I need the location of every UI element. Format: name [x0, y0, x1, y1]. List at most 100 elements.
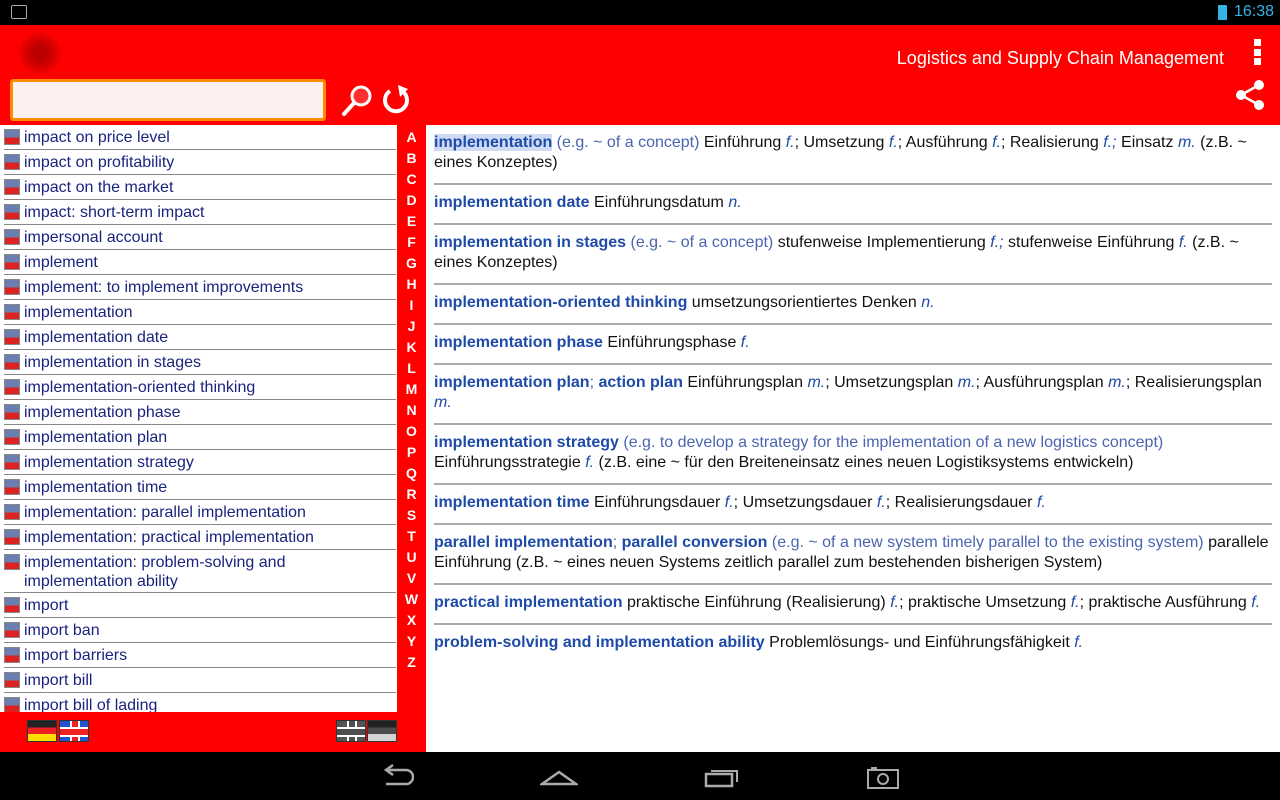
dictionary-icon	[4, 404, 20, 420]
alphabet-letter[interactable]: C	[406, 169, 416, 190]
search-icon[interactable]	[340, 83, 374, 117]
headword: implementation-oriented thinking	[434, 294, 688, 311]
list-item-label: implementation: problem-solving and impl…	[24, 554, 286, 590]
dictionary-entry: implementation time Einführungsdauer f.;…	[434, 485, 1272, 525]
screenshot-icon[interactable]	[866, 764, 900, 790]
list-item[interactable]: impact: short-term impact	[4, 200, 396, 225]
list-item[interactable]: implementation: practical implementation	[4, 525, 396, 550]
gender-marker: f.	[740, 334, 750, 351]
list-item[interactable]: implementation-oriented thinking	[4, 375, 396, 400]
refresh-icon[interactable]	[380, 83, 412, 117]
alphabet-letter[interactable]: H	[406, 274, 416, 295]
alphabet-letter[interactable]: S	[407, 505, 416, 526]
alphabet-letter[interactable]: P	[407, 442, 416, 463]
list-item[interactable]: impact on price level	[4, 125, 396, 150]
dictionary-icon	[4, 454, 20, 470]
dictionary-entry: implementation (e.g. ~ of a concept) Ein…	[434, 125, 1272, 185]
list-item[interactable]: implementation phase	[4, 400, 396, 425]
list-item[interactable]: impersonal account	[4, 225, 396, 250]
recent-apps-icon[interactable]	[704, 764, 740, 790]
alphabet-letter[interactable]: Z	[407, 652, 416, 673]
list-item-label: implementation in stages	[24, 354, 201, 371]
dictionary-icon	[4, 554, 20, 570]
alphabet-index[interactable]: ABCDEFGHIJKLMNOPQRSTUVWXYZ	[397, 125, 426, 752]
alphabet-letter[interactable]: N	[406, 400, 416, 421]
alphabet-letter[interactable]: R	[406, 484, 416, 505]
list-item[interactable]: impact on profitability	[4, 150, 396, 175]
dictionary-entry: parallel implementation; parallel conver…	[434, 525, 1272, 585]
translation: Einführungsdatum	[589, 194, 729, 211]
list-item[interactable]: implementation strategy	[4, 450, 396, 475]
gender-marker: f.	[1074, 634, 1084, 651]
headword: implementation	[434, 134, 553, 151]
translation: ; Ausführung	[897, 134, 993, 151]
overflow-menu-icon[interactable]	[1254, 39, 1262, 65]
dictionary-entry: implementation plan; action plan Einführ…	[434, 365, 1272, 425]
dictionary-icon	[4, 354, 20, 370]
list-item[interactable]: implementation plan	[4, 425, 396, 450]
gender-marker: f.	[1070, 594, 1080, 611]
alphabet-letter[interactable]: Y	[407, 631, 416, 652]
translation: ; Umsetzung	[794, 134, 889, 151]
dictionary-icon	[4, 204, 20, 220]
list-item[interactable]: import bill of lading	[4, 693, 396, 712]
alphabet-letter[interactable]: F	[407, 232, 416, 253]
translation: Einführung	[699, 134, 786, 151]
alphabet-letter[interactable]: L	[407, 358, 416, 379]
alphabet-letter[interactable]: A	[406, 127, 416, 148]
list-item[interactable]: import bill	[4, 668, 396, 693]
list-item[interactable]: implementation: parallel implementation	[4, 500, 396, 525]
list-item[interactable]: import ban	[4, 618, 396, 643]
back-icon[interactable]	[380, 764, 414, 790]
list-item[interactable]: import barriers	[4, 643, 396, 668]
list-item-label: implementation	[24, 304, 133, 321]
gender-marker: f.	[888, 134, 898, 151]
alphabet-letter[interactable]: I	[410, 295, 414, 316]
alphabet-letter[interactable]: U	[406, 547, 416, 568]
list-item[interactable]: implement: to implement improvements	[4, 275, 396, 300]
list-item-label: impact: short-term impact	[24, 204, 205, 221]
search-input[interactable]	[10, 79, 326, 121]
list-item-label: implementation: parallel implementation	[24, 504, 306, 521]
dictionary-icon	[4, 479, 20, 495]
alphabet-letter[interactable]: E	[407, 211, 416, 232]
alphabet-letter[interactable]: B	[406, 148, 416, 169]
alphabet-letter[interactable]: G	[406, 253, 417, 274]
list-item[interactable]: implementation date	[4, 325, 396, 350]
list-item[interactable]: impact on the market	[4, 175, 396, 200]
alphabet-letter[interactable]: Q	[406, 463, 417, 484]
list-item[interactable]: import	[4, 593, 396, 618]
headword: implementation plan	[434, 374, 590, 391]
dictionary-entry: implementation in stages (e.g. ~ of a co…	[434, 225, 1272, 285]
share-icon[interactable]	[1234, 79, 1266, 111]
home-icon[interactable]	[540, 764, 578, 790]
alphabet-letter[interactable]: W	[405, 589, 418, 610]
alphabet-letter[interactable]: J	[408, 316, 416, 337]
translation: Einführungsdauer	[589, 494, 725, 511]
gender-marker: n.	[728, 194, 742, 211]
gender-marker: f.	[1251, 594, 1261, 611]
headword: implementation date	[434, 194, 590, 211]
translation: ; praktische Umsetzung	[899, 594, 1071, 611]
usage-note: (e.g. ~ of a concept)	[626, 234, 774, 251]
alphabet-letter[interactable]: V	[407, 568, 416, 589]
list-item[interactable]: implementation	[4, 300, 396, 325]
list-item-label: implementation: practical implementation	[24, 529, 314, 546]
list-item[interactable]: implementation in stages	[4, 350, 396, 375]
gender-marker: m.	[807, 374, 826, 391]
gender-marker: m.	[1108, 374, 1126, 391]
alphabet-letter[interactable]: K	[406, 337, 416, 358]
list-item[interactable]: implementation time	[4, 475, 396, 500]
term-list[interactable]: impact on price level impact on profitabi…	[0, 125, 397, 712]
list-item[interactable]: implementation: problem-solving and impl…	[4, 550, 396, 593]
alphabet-letter[interactable]: D	[406, 190, 416, 211]
alphabet-letter[interactable]: O	[406, 421, 417, 442]
list-item[interactable]: implement	[4, 250, 396, 275]
alphabet-letter[interactable]: X	[407, 610, 416, 631]
translation: ; Ausführungsplan	[975, 374, 1109, 391]
dictionary-icon	[4, 529, 20, 545]
dictionary-icon	[4, 279, 20, 295]
list-item-label: impact on the market	[24, 179, 174, 196]
alphabet-letter[interactable]: M	[406, 379, 418, 400]
alphabet-letter[interactable]: T	[407, 526, 416, 547]
